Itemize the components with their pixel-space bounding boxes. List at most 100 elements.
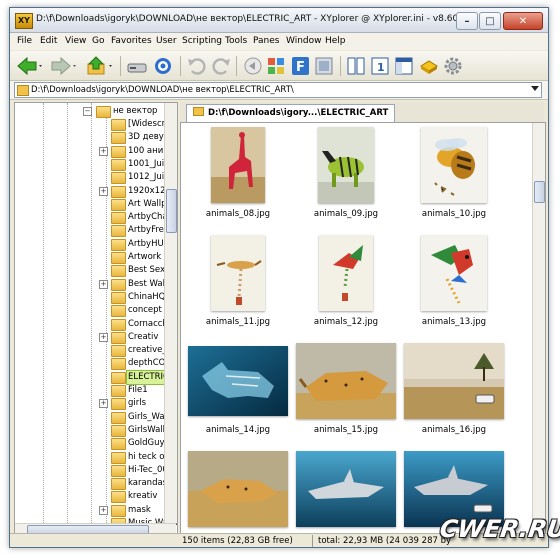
settings-gear-icon[interactable] — [442, 56, 464, 76]
redo-icon[interactable] — [210, 56, 232, 76]
thumbnail-item[interactable]: animals_16.jpg — [402, 341, 506, 449]
tree-item[interactable]: + mask — [15, 504, 165, 517]
menu-bar: File Edit View Go Favorites User Scripti… — [10, 33, 548, 50]
tree-item[interactable]: ELECTRIC_ — [15, 369, 176, 385]
thumbnail-item[interactable]: animals_10.jpg — [402, 125, 506, 233]
thumbnails-icon[interactable] — [266, 56, 288, 76]
tree-item[interactable]: karandashi — [15, 477, 175, 491]
tree-item[interactable]: GirlsWall2 — [15, 424, 170, 437]
forward-icon[interactable] — [50, 56, 78, 76]
tree-item[interactable]: 3D девушк — [15, 131, 177, 145]
tree-item[interactable]: kreativ — [15, 490, 165, 504]
drive-icon[interactable] — [126, 56, 148, 76]
expand-icon[interactable]: + — [99, 146, 108, 156]
chevron-down-icon[interactable] — [531, 86, 539, 91]
title-bar[interactable]: XY D:\f\Downloads\igoryk\DOWNLOAD\не век… — [10, 8, 548, 33]
target-icon[interactable] — [152, 56, 174, 76]
menu-user[interactable]: User — [156, 36, 177, 46]
minimize-button[interactable]: – — [456, 12, 478, 30]
tree-item[interactable]: +1920x1200 — [15, 185, 176, 198]
tree-item[interactable]: + Creativ — [15, 331, 165, 344]
tree-item[interactable]: GoldGuys_C — [15, 437, 177, 451]
scroll-thumb[interactable] — [534, 181, 545, 203]
tree-item[interactable]: 1012_Juice — [15, 171, 174, 185]
back-icon[interactable] — [16, 56, 44, 76]
address-input[interactable]: D:\f\Downloads\igoryk\DOWNLOAD\не вектор… — [14, 82, 542, 98]
thumbnail-item[interactable] — [186, 449, 290, 535]
thumbnail-list[interactable]: animals_08.jpg animals_09.jpg animals_10.j… — [180, 122, 546, 536]
folder-icon — [111, 504, 126, 517]
menu-tools[interactable]: Tools — [225, 36, 247, 46]
menu-scripting[interactable]: Scripting — [182, 36, 222, 46]
tree-item[interactable]: Art Wallpap — [15, 198, 177, 211]
watermark-logo: CWER.RU — [438, 515, 560, 543]
tree-item-root[interactable]: − не вектор — [15, 105, 165, 118]
thumbnail-item[interactable]: animals_12.jpg — [294, 233, 398, 341]
folder-icon — [111, 371, 126, 384]
thumbnail-image — [318, 127, 374, 203]
tree-item[interactable]: Artwork Wa — [15, 251, 177, 264]
dual-pane-icon[interactable] — [346, 56, 368, 76]
menu-favorites[interactable]: Favorites — [111, 36, 152, 46]
tree-item[interactable]: ArtbyCharis — [15, 211, 177, 225]
tree-item[interactable]: Best Sexy G — [15, 264, 177, 278]
thumbnail-item[interactable]: animals_13.jpg — [402, 233, 506, 341]
tree-item[interactable]: ChinaHQ — [15, 291, 165, 304]
menu-edit[interactable]: Edit — [40, 36, 57, 46]
tree-item[interactable]: +100 анимир — [15, 145, 177, 158]
pane-1-icon[interactable]: 1 — [370, 56, 392, 76]
undo-icon[interactable] — [186, 56, 208, 76]
folder-icon — [111, 385, 126, 397]
expand-icon[interactable]: + — [99, 186, 108, 196]
folder-icon — [111, 198, 126, 211]
find-files-icon[interactable]: F — [290, 56, 312, 76]
folder-icon — [111, 119, 126, 131]
thumbnail-item[interactable] — [294, 449, 398, 535]
thumbnail-item[interactable]: animals_14.jpg — [186, 341, 290, 449]
menu-window[interactable]: Window — [286, 36, 322, 46]
app-icon[interactable]: XY — [15, 13, 33, 29]
collapse-icon[interactable]: − — [83, 107, 92, 116]
tree-item[interactable]: Cornacchia — [15, 318, 175, 331]
thumbnail-item[interactable]: animals_09.jpg — [294, 125, 398, 233]
close-button[interactable]: ✕ — [503, 12, 543, 30]
catalog-icon[interactable] — [314, 56, 336, 76]
tree-item[interactable]: concept art — [15, 304, 177, 318]
tree-item[interactable]: [Widescree — [15, 118, 175, 131]
expand-icon[interactable]: + — [99, 279, 108, 289]
thumbnail-item[interactable]: animals_15.jpg — [294, 341, 398, 449]
tree-item[interactable]: creative_8 — [15, 344, 172, 358]
scroll-thumb[interactable] — [166, 189, 177, 233]
tree-item[interactable]: depthCORE — [15, 357, 177, 371]
tree-vertical-scrollbar[interactable] — [164, 103, 177, 523]
tree-item[interactable]: ArtbyHUSS — [15, 238, 174, 251]
menu-panes[interactable]: Panes — [253, 36, 279, 46]
tree-item[interactable]: + Best Wallpa — [15, 278, 177, 291]
preview-pane-icon[interactable] — [394, 56, 416, 76]
status-items: 150 items (22,83 GB free) — [182, 536, 293, 546]
thumbnail-item[interactable]: animals_11.jpg — [186, 233, 290, 341]
tree-item[interactable]: + girls — [15, 397, 165, 411]
tree-item[interactable]: ArtbyFredE — [15, 224, 175, 238]
tree-item[interactable]: File1 — [15, 384, 165, 397]
menu-file[interactable]: File — [17, 36, 32, 46]
close-icon: ✕ — [518, 15, 528, 27]
menu-go[interactable]: Go — [92, 36, 104, 46]
maximize-button[interactable]: □ — [479, 12, 501, 30]
tab-electric-art[interactable]: D:\f\Downloads\igory...\ELECTRIC_ART — [186, 104, 396, 122]
tree-item[interactable]: 1001_Juice — [15, 158, 174, 171]
up-icon[interactable] — [86, 56, 116, 76]
refresh-icon[interactable] — [242, 56, 264, 76]
catalog-box-icon[interactable] — [418, 56, 440, 76]
menu-view[interactable]: View — [65, 36, 86, 46]
expand-icon[interactable]: + — [99, 399, 108, 409]
list-vertical-scrollbar[interactable] — [532, 123, 545, 535]
menu-help[interactable]: Help — [325, 36, 346, 46]
expand-icon[interactable]: + — [99, 505, 108, 515]
expand-icon[interactable]: + — [99, 332, 108, 342]
tree-item[interactable]: hi teck обо — [15, 451, 175, 464]
tree-item[interactable]: Girls_Wallpa — [15, 411, 177, 424]
folder-tree[interactable]: − не вектор [Widescree 3D девушк +100 аним… — [14, 102, 178, 536]
tree-item[interactable]: Hi-Tec_002 — [15, 464, 173, 477]
thumbnail-item[interactable]: animals_08.jpg — [186, 125, 290, 233]
